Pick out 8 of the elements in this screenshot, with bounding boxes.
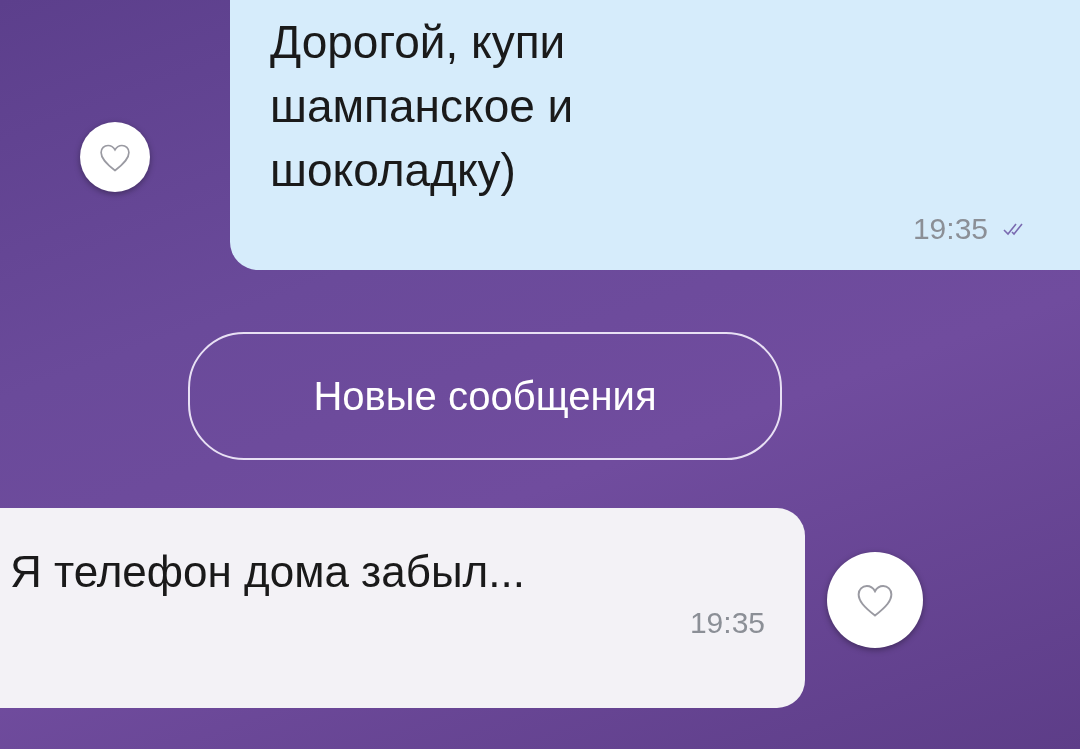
like-button[interactable] [827, 552, 923, 648]
heart-icon [855, 582, 895, 618]
message-text: Дорогой, купи шампанское и шоколадку) [270, 15, 575, 198]
like-button[interactable] [80, 122, 150, 192]
new-messages-divider: Новые сообщения [188, 332, 782, 460]
message-time: 19:35 [912, 212, 988, 246]
message-time: 19:35 [689, 606, 765, 640]
message-text: Я телефон дома забыл... [10, 546, 526, 598]
